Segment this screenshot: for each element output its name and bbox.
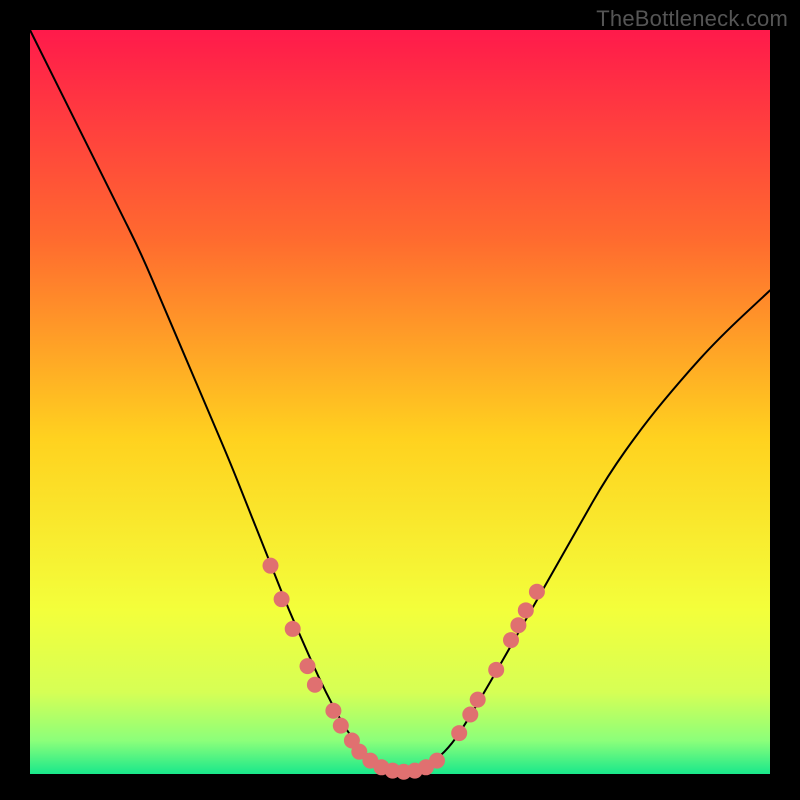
curve-marker-dot [333,718,349,734]
curve-marker-dot [518,602,534,618]
curve-marker-dot [503,632,519,648]
curve-marker-dot [529,584,545,600]
curve-marker-dot [325,703,341,719]
curve-marker-dot [300,658,316,674]
curve-marker-dot [429,753,445,769]
chart-svg [0,0,800,800]
curve-marker-dot [307,677,323,693]
curve-marker-dot [488,662,504,678]
curve-marker-dot [285,621,301,637]
curve-marker-dot [462,706,478,722]
curve-marker-dot [263,558,279,574]
watermark-text: TheBottleneck.com [596,6,788,32]
curve-marker-dot [470,692,486,708]
plot-background [30,30,770,774]
chart-frame: TheBottleneck.com [0,0,800,800]
curve-marker-dot [510,617,526,633]
curve-marker-dot [451,725,467,741]
curve-marker-dot [274,591,290,607]
